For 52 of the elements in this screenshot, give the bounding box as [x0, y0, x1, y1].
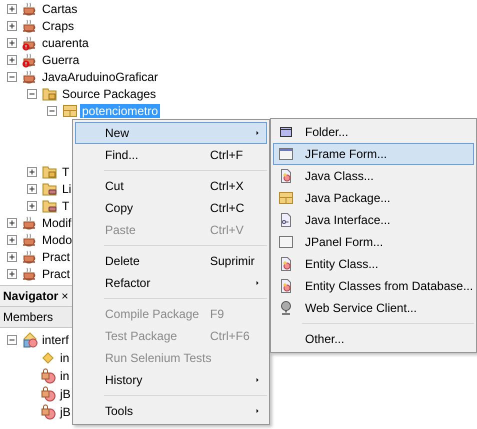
menu-item[interactable]: New	[75, 122, 267, 144]
tree-item[interactable]: jB	[58, 403, 73, 421]
menu-item[interactable]: Refactor	[75, 272, 267, 294]
menu-item[interactable]: JPanel Form...	[273, 231, 474, 253]
menu-item[interactable]: Other...	[273, 328, 474, 350]
collapse-toggle[interactable]	[4, 332, 20, 348]
panel-title[interactable]: Navigator	[0, 287, 62, 305]
class-icon	[22, 332, 38, 348]
menu-item[interactable]: Java Class...	[273, 165, 474, 187]
folder-icon	[278, 124, 294, 140]
window-icon	[278, 146, 294, 162]
class-file-icon	[278, 278, 294, 294]
lock-icon	[40, 386, 56, 402]
package-icon	[278, 190, 294, 206]
panel-icon	[278, 234, 294, 250]
tree-item[interactable]: in	[58, 367, 72, 385]
globe-icon	[278, 300, 294, 316]
menu-item[interactable]: Folder...	[273, 121, 474, 143]
tree-item[interactable]: Guerra	[40, 52, 82, 66]
tree-item[interactable]: Modo	[40, 232, 74, 246]
class-file-icon	[278, 256, 294, 272]
tree-item[interactable]: Source Packages	[60, 86, 158, 100]
class-file-icon	[278, 168, 294, 184]
tree-item[interactable]: cuarenta	[40, 36, 91, 50]
menu-item[interactable]: JFrame Form...	[273, 143, 474, 165]
interface-file-icon	[278, 212, 294, 228]
lock-icon	[40, 368, 56, 384]
tree-item[interactable]: Cartas	[40, 2, 80, 16]
menu-item[interactable]: History	[75, 369, 267, 391]
menu-item[interactable]: Find... Ctrl+F	[75, 144, 267, 166]
tree-item[interactable]: in	[58, 349, 72, 367]
menu-item[interactable]: Tools	[75, 400, 267, 422]
tree-item[interactable]: Pract	[40, 250, 72, 264]
tree-item[interactable]: T	[60, 164, 72, 178]
menu-item[interactable]: Cut Ctrl+X	[75, 175, 267, 197]
menu-item[interactable]: Entity Classes from Database...	[273, 275, 474, 297]
menu-item[interactable]: Java Package...	[273, 187, 474, 209]
menu-item[interactable]: Entity Class...	[273, 253, 474, 275]
tree-item[interactable]: Modif	[40, 216, 74, 230]
tree-item[interactable]: Craps	[40, 18, 76, 32]
tree-item[interactable]: Li	[60, 182, 74, 196]
menu-item[interactable]: Delete Suprimir	[75, 250, 267, 272]
lock-icon	[40, 404, 56, 420]
menu-item[interactable]: Copy Ctrl+C	[75, 197, 267, 219]
tree-item[interactable]: interf	[40, 331, 71, 349]
diamond-icon	[40, 350, 56, 366]
tree-item[interactable]: T	[60, 198, 72, 212]
tree-item[interactable]: JavaAruduinoGraficar	[40, 70, 160, 84]
tree-item[interactable]: jB	[58, 385, 73, 403]
tree-item[interactable]: Pract	[40, 266, 72, 280]
menu-item[interactable]: Java Interface...	[273, 209, 474, 231]
close-icon[interactable]: ×	[61, 287, 68, 305]
